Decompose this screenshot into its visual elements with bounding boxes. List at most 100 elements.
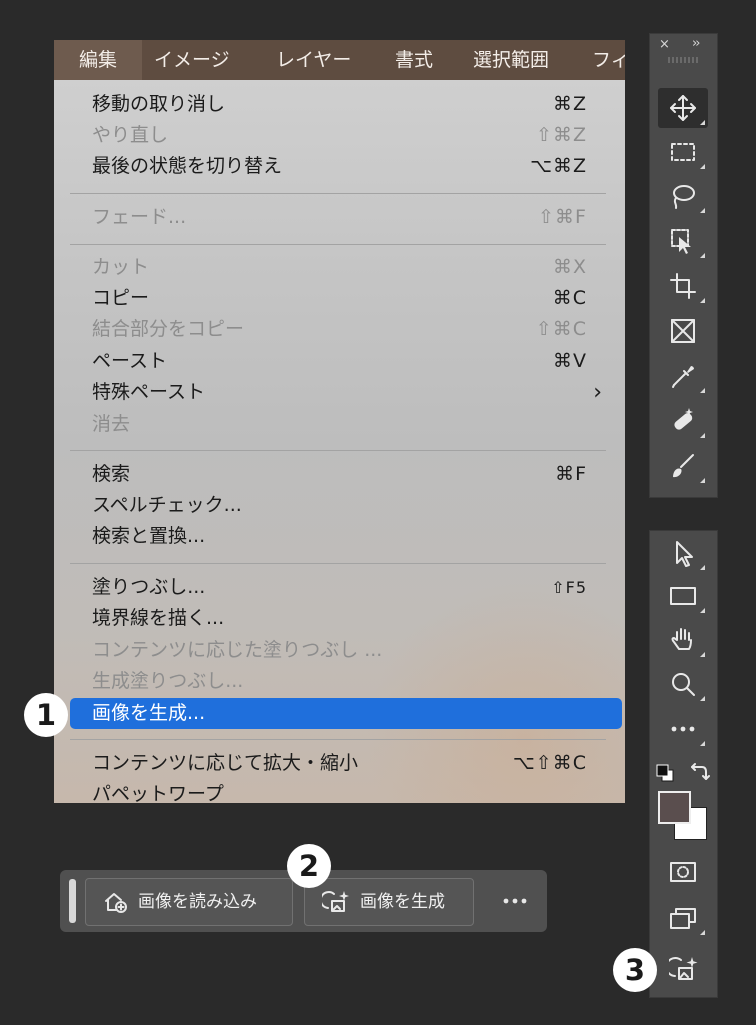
rectangular-marquee-icon xyxy=(671,143,695,161)
edit-menu-dropdown: 移動の取り消し ⌘Z やり直し ⇧⌘Z 最後の状態を切り替え ⌥⌘Z フェード.… xyxy=(54,80,625,803)
menu-layer[interactable]: レイヤー xyxy=(276,40,351,80)
chevron-right-icon: › xyxy=(593,380,603,405)
menu-item-label: 最後の状態を切り替え xyxy=(92,155,283,177)
generate-image-tool[interactable] xyxy=(658,949,708,989)
menu-item-shortcut: ⌘C xyxy=(552,287,587,309)
expand-panel-icon[interactable]: ›› xyxy=(692,36,701,51)
import-image-label: 画像を読み込み xyxy=(138,892,257,912)
crop-icon xyxy=(670,273,696,299)
menu-item-redo[interactable]: やり直し ⇧⌘Z xyxy=(54,120,625,151)
menu-item-cut[interactable]: カット ⌘X xyxy=(54,252,625,283)
screen-mode-icon xyxy=(670,908,696,929)
panel-drag-grip[interactable] xyxy=(668,57,698,63)
menu-separator xyxy=(70,563,606,564)
menu-item-shortcut: ⌥⌘Z xyxy=(530,155,587,177)
menu-separator xyxy=(70,244,606,245)
foreground-color-swatch[interactable] xyxy=(658,791,691,824)
menu-item-content-aware-scale[interactable]: コンテンツに応じて拡大・縮小 ⌥⇧⌘C xyxy=(54,748,625,779)
generate-image-icon xyxy=(669,957,698,980)
menu-item-paste[interactable]: ペースト ⌘V xyxy=(54,346,625,377)
more-tools-button[interactable] xyxy=(658,709,708,749)
zoom-tool[interactable] xyxy=(658,664,708,704)
menu-item-stroke[interactable]: 境界線を描く... xyxy=(54,603,625,634)
default-colors-icon[interactable] xyxy=(655,763,675,783)
close-icon[interactable]: × xyxy=(659,37,670,52)
lasso-icon xyxy=(673,185,695,209)
menu-item-generate-image[interactable]: 画像を生成... xyxy=(70,698,622,729)
menu-item-label: 境界線を描く... xyxy=(92,607,225,629)
path-selection-tool[interactable] xyxy=(658,533,708,573)
menu-item-label: 検索 xyxy=(92,463,131,485)
more-tools-icon xyxy=(671,726,695,732)
generate-image-icon xyxy=(322,891,349,912)
zoom-icon xyxy=(672,673,695,696)
quick-mask-button[interactable] xyxy=(658,852,708,892)
menu-item-content-aware-fill[interactable]: コンテンツに応じた塗りつぶし ... xyxy=(54,635,625,666)
menu-item-spell-check[interactable]: スペルチェック... xyxy=(54,490,625,521)
menu-item-label: ペースト xyxy=(92,350,168,372)
generate-image-button[interactable]: 画像を生成 xyxy=(304,878,474,926)
brush-icon xyxy=(673,454,694,478)
menu-item-label: 移動の取り消し xyxy=(92,93,226,115)
menu-item-shortcut: ⌥⇧⌘C xyxy=(512,752,587,774)
menu-item-copy[interactable]: コピー ⌘C xyxy=(54,283,625,314)
hand-icon xyxy=(671,628,692,650)
menu-item-clear[interactable]: 消去 xyxy=(54,409,625,440)
quick-mask-icon xyxy=(670,862,696,882)
menu-item-search[interactable]: 検索 ⌘F xyxy=(54,459,625,490)
hand-tool[interactable] xyxy=(658,620,708,660)
menu-type[interactable]: 書式 xyxy=(395,40,433,80)
tools-panel-bottom xyxy=(649,530,718,998)
object-selection-tool[interactable] xyxy=(658,221,708,261)
menu-item-label: コンテンツに応じて拡大・縮小 xyxy=(92,752,359,774)
move-tool[interactable] xyxy=(658,88,708,128)
menu-item-shortcut: ⌘V xyxy=(553,350,587,372)
frame-tool[interactable] xyxy=(658,311,708,351)
menu-item-fill[interactable]: 塗りつぶし... ⇧F5 xyxy=(54,572,625,603)
lasso-tool[interactable] xyxy=(658,176,708,216)
menu-item-label: 結合部分をコピー xyxy=(92,318,245,340)
menu-item-copy-merged[interactable]: 結合部分をコピー ⇧⌘C xyxy=(54,314,625,345)
menu-image[interactable]: イメージ xyxy=(154,40,230,80)
menu-separator xyxy=(70,450,606,451)
menu-item-label: コピー xyxy=(92,287,150,309)
swap-colors-icon[interactable] xyxy=(688,761,710,783)
menu-item-shortcut: ⇧⌘C xyxy=(535,318,587,340)
eyedropper-tool[interactable] xyxy=(658,356,708,396)
eyedropper-icon xyxy=(672,366,694,388)
move-icon xyxy=(670,95,696,121)
menu-item-label: 生成塗りつぶし... xyxy=(92,670,244,692)
step-badge-3: 3 xyxy=(613,948,657,992)
menu-item-label: 特殊ペースト xyxy=(92,381,206,403)
menu-separator xyxy=(70,739,606,740)
menu-item-paste-special[interactable]: 特殊ペースト › xyxy=(54,377,625,408)
menu-item-label: 消去 xyxy=(92,413,131,435)
spot-healing-tool[interactable] xyxy=(658,401,708,441)
menu-item-fade[interactable]: フェード... ⇧⌘F xyxy=(54,202,625,233)
import-image-button[interactable]: 画像を読み込み xyxy=(85,878,293,926)
menu-item-label: やり直し xyxy=(92,124,169,146)
menu-filter[interactable]: フィ xyxy=(592,40,625,80)
screen-mode-button[interactable] xyxy=(658,898,708,938)
import-image-icon xyxy=(105,893,127,913)
rectangular-marquee-tool[interactable] xyxy=(658,132,708,172)
menu-item-toggle-last-state[interactable]: 最後の状態を切り替え ⌥⌘Z xyxy=(54,151,625,182)
menu-item-shortcut: ⇧⌘Z xyxy=(536,124,587,146)
drag-handle[interactable] xyxy=(69,879,76,923)
brush-tool[interactable] xyxy=(658,446,708,486)
menu-item-label: 検索と置換... xyxy=(92,525,206,547)
menu-item-find-replace[interactable]: 検索と置換... xyxy=(54,521,625,552)
spot-healing-icon xyxy=(674,408,693,430)
path-selection-icon xyxy=(676,541,693,567)
menu-item-undo-move[interactable]: 移動の取り消し ⌘Z xyxy=(54,89,625,120)
menu-edit[interactable]: 編集 xyxy=(54,40,142,80)
menu-item-puppet-warp[interactable]: パペットワープ xyxy=(54,779,625,803)
object-selection-icon xyxy=(671,229,691,254)
more-horizontal-icon[interactable] xyxy=(500,888,530,914)
menu-item-generative-fill[interactable]: 生成塗りつぶし... xyxy=(54,666,625,697)
rectangle-shape-tool[interactable] xyxy=(658,576,708,616)
crop-tool[interactable] xyxy=(658,266,708,306)
menu-select[interactable]: 選択範囲 xyxy=(473,40,549,80)
generate-image-label: 画像を生成 xyxy=(360,892,445,912)
menu-item-shortcut: ⌘Z xyxy=(552,93,587,115)
